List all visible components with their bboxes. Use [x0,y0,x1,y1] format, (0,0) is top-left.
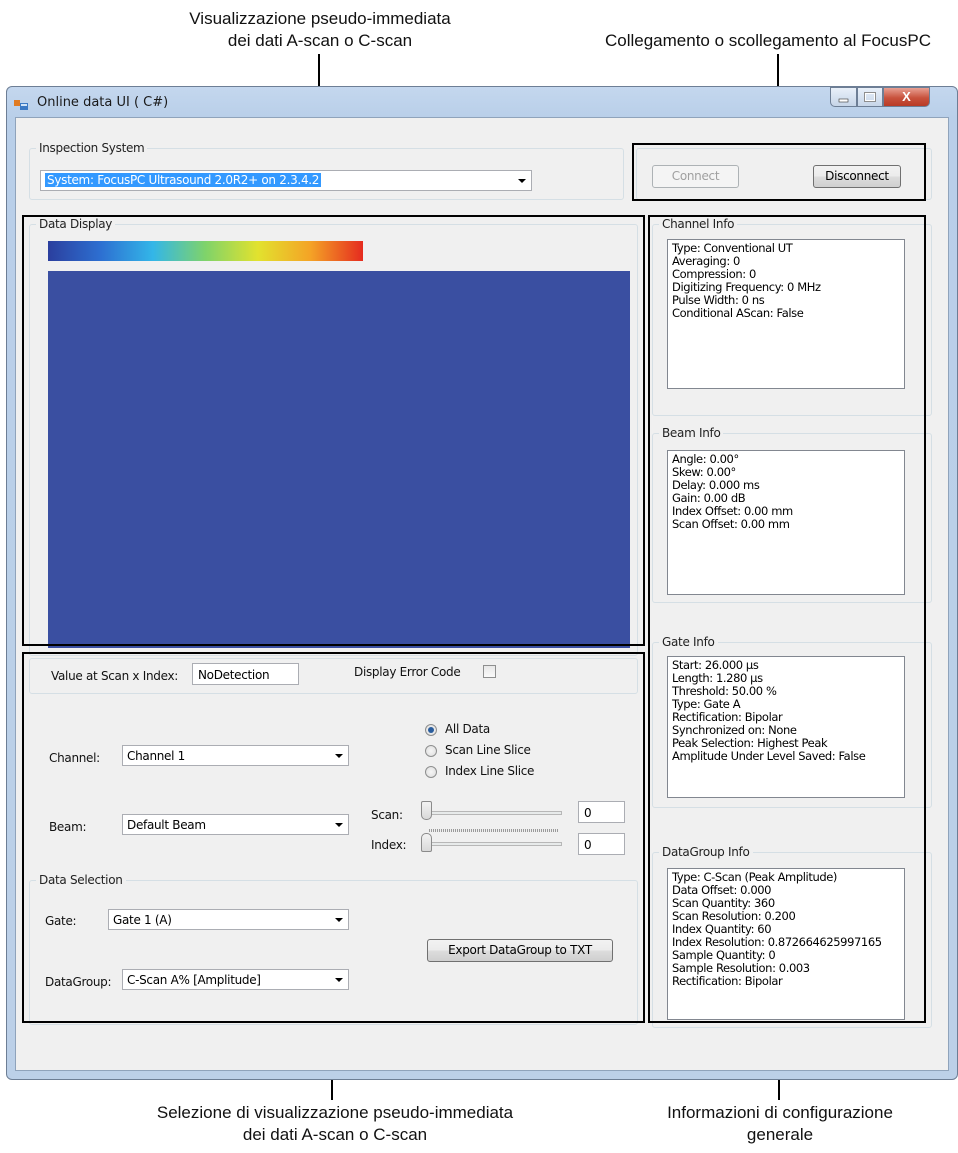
callout-selection-line1: Selezione di visualizzazione pseudo-imme… [156,1103,514,1122]
close-button[interactable]: X [883,87,930,107]
system-select[interactable]: System: FocusPC Ultrasound 2.0R2+ on 2.3… [40,170,532,191]
callout-config-info-line2: generale [746,1125,814,1144]
callout-connection: Collegamento o scollegamento al FocusPC [578,30,958,52]
minimize-button[interactable] [830,87,857,107]
app-icon [14,100,28,110]
highlight-connection [632,143,926,201]
callout-data-display-line1: Visualizzazione pseudo-immediata [189,9,451,28]
maximize-icon [864,92,876,102]
inspection-system-label: Inspection System [36,141,148,155]
maximize-button[interactable] [857,87,883,107]
callout-selection: Selezione di visualizzazione pseudo-imme… [100,1102,570,1146]
callout-data-display-line2: dei dati A-scan o C-scan [227,31,413,50]
callout-config-info-line1: Informazioni di configurazione [667,1103,893,1122]
callout-selection-line2: dei dati A-scan o C-scan [242,1125,428,1144]
minimize-icon [838,98,849,103]
close-icon: X [902,89,911,104]
highlight-info-panels [648,215,926,1023]
window-title: Online data UI ( C#) [37,95,169,110]
system-select-value: System: FocusPC Ultrasound 2.0R2+ on 2.3… [45,173,322,187]
chevron-down-icon [518,179,526,183]
callout-data-display: Visualizzazione pseudo-immediata dei dat… [110,8,530,52]
highlight-selection [22,652,645,1023]
callout-connection-text: Collegamento o scollegamento al FocusPC [604,31,931,50]
highlight-data-display [22,215,645,646]
callout-config-info: Informazioni di configurazione generale [640,1102,920,1146]
